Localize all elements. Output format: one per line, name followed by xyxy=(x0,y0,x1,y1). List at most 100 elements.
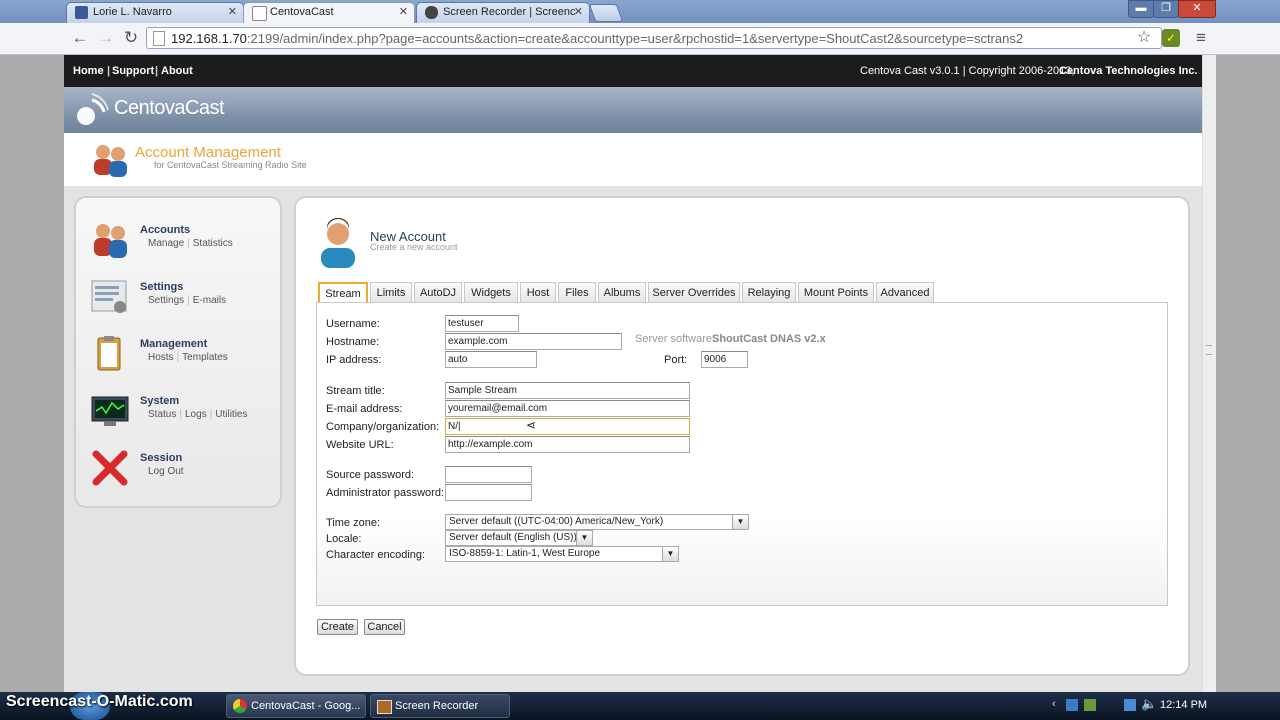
address-bar[interactable]: 192.168.1.70:2199/admin/index.php?page=a… xyxy=(146,27,1162,49)
sidebar-item-management[interactable]: Management Hosts | Templates xyxy=(76,328,280,385)
tray-expand-icon[interactable]: ‹ xyxy=(1052,698,1056,710)
reload-icon[interactable]: ↻ xyxy=(121,28,141,48)
taskbar-item-label: Screen Recorder xyxy=(395,700,479,712)
network-status-icon[interactable] xyxy=(1124,699,1136,711)
sidebar-item-system[interactable]: System Status | Logs | Utilities xyxy=(76,385,280,442)
taskbar-item-screen-recorder[interactable]: Screen Recorder xyxy=(370,694,510,718)
browser-tab-centovacast[interactable]: CentovaCast ✕ xyxy=(243,2,415,23)
close-tab-icon[interactable]: ✕ xyxy=(399,3,408,22)
nav-separator: | xyxy=(155,65,159,77)
company-name: Centova Technologies Inc. xyxy=(1059,65,1198,77)
facebook-icon xyxy=(75,6,88,19)
tab-server-overrides[interactable]: Server Overrides xyxy=(648,282,740,303)
sidebar-link-emails[interactable]: E-mails xyxy=(193,295,226,306)
sidebar-link-templates[interactable]: Templates xyxy=(182,352,228,363)
sidebar-link-hosts[interactable]: Hosts xyxy=(148,352,174,363)
create-button[interactable]: Create xyxy=(317,619,358,635)
hostname-field[interactable]: example.com xyxy=(445,333,622,350)
tray-app-icon[interactable] xyxy=(1084,699,1096,711)
page-subtitle: Create a new account xyxy=(370,242,458,252)
source-password-field[interactable] xyxy=(445,466,532,483)
sidebar-link-logout[interactable]: Log Out xyxy=(148,466,184,477)
browser-tab-screen-recorder[interactable]: Screen Recorder | Screenc ✕ xyxy=(416,2,590,23)
port-field[interactable]: 9006 xyxy=(701,351,748,368)
sidebar-item-title: Accounts xyxy=(140,224,191,236)
nav-link-home[interactable]: Home xyxy=(73,55,104,87)
sidebar-item-session[interactable]: Session Log Out xyxy=(76,442,280,499)
tab-widgets[interactable]: Widgets xyxy=(464,282,518,303)
users-icon xyxy=(94,145,127,177)
sidebar-link-logs[interactable]: Logs xyxy=(185,409,207,420)
sidebar-link-statistics[interactable]: Statistics xyxy=(193,238,233,249)
page-right-margin xyxy=(1216,55,1280,720)
tab-advanced[interactable]: Advanced xyxy=(876,282,934,303)
page-left-margin xyxy=(0,55,64,720)
menu-icon[interactable]: ≡ xyxy=(1191,28,1211,48)
tab-limits[interactable]: Limits xyxy=(370,282,412,303)
user-avatar-icon xyxy=(321,218,355,268)
sidebar-link-manage[interactable]: Manage xyxy=(148,238,184,249)
new-tab-button[interactable] xyxy=(588,4,624,22)
scrollbar-grip[interactable] xyxy=(1206,345,1212,355)
server-software-label: Server software: xyxy=(635,333,716,345)
browser-toolbar: ← → ↻ 192.168.1.70:2199/admin/index.php?… xyxy=(0,23,1280,55)
tab-stream[interactable]: Stream xyxy=(318,282,368,303)
timezone-select[interactable]: Server default ((UTC-04:00) America/New_… xyxy=(445,514,749,530)
website-url-field[interactable]: http://example.com xyxy=(445,436,690,453)
tab-albums[interactable]: Albums xyxy=(598,282,646,303)
stream-title-label: Stream title: xyxy=(326,385,385,397)
volume-icon[interactable]: 🔈 xyxy=(1141,696,1157,712)
sidebar-item-accounts[interactable]: Accounts Manage | Statistics xyxy=(76,214,280,271)
close-tab-icon[interactable]: ✕ xyxy=(574,3,583,22)
sidebar-item-settings[interactable]: Settings Settings | E-mails xyxy=(76,271,280,328)
ip-address-field[interactable]: auto xyxy=(445,351,537,368)
chevron-down-icon[interactable]: ▼ xyxy=(576,531,592,545)
chevron-down-icon[interactable]: ▼ xyxy=(732,515,748,529)
company-field[interactable]: N/| xyxy=(445,418,690,435)
source-password-label: Source password: xyxy=(326,469,415,481)
maximize-button[interactable]: ❐ xyxy=(1153,0,1179,18)
logo-banner: CentovaCast xyxy=(64,87,1202,133)
admin-password-label: Administrator password: xyxy=(326,487,444,499)
username-field[interactable]: testuser xyxy=(445,315,519,332)
minimize-button[interactable]: ▬ xyxy=(1128,0,1154,18)
forward-arrow-icon[interactable]: → xyxy=(96,28,116,48)
sidebar-link-status[interactable]: Status xyxy=(148,409,176,420)
network-icon[interactable] xyxy=(1066,699,1078,711)
sidebar: Accounts Manage | Statistics Settings Sett… xyxy=(74,196,282,508)
top-nav-bar: Home | Support | About Centova Cast v3.0… xyxy=(64,55,1202,87)
nav-link-about[interactable]: About xyxy=(161,55,193,87)
server-software-value: ShoutCast DNAS v2.x xyxy=(712,333,826,345)
tab-files[interactable]: Files xyxy=(558,282,596,303)
nav-link-support[interactable]: Support xyxy=(112,55,154,87)
chrome-icon xyxy=(233,699,247,713)
watermark-text: Screencast-O-Matic.com xyxy=(6,693,193,710)
tab-autodj[interactable]: AutoDJ xyxy=(414,282,462,303)
tab-relaying[interactable]: Relaying xyxy=(742,282,796,303)
timezone-label: Time zone: xyxy=(326,517,381,529)
close-tab-icon[interactable]: ✕ xyxy=(228,3,237,22)
clock[interactable]: 12:14 PM xyxy=(1160,699,1207,711)
taskbar-item-chrome[interactable]: CentovaCast - Goog... xyxy=(226,694,366,718)
monitor-icon xyxy=(91,396,129,426)
admin-password-field[interactable] xyxy=(445,484,532,501)
locale-select[interactable]: Server default (English (US)) ▼ xyxy=(445,530,593,546)
tab-host[interactable]: Host xyxy=(520,282,556,303)
ip-address-label: IP address: xyxy=(326,354,382,366)
email-field[interactable]: youremail@email.com xyxy=(445,400,690,417)
cancel-button[interactable]: Cancel xyxy=(364,619,405,635)
vertical-scrollbar[interactable] xyxy=(1202,55,1216,692)
stream-title-field[interactable]: Sample Stream xyxy=(445,382,690,399)
sidebar-link-utilities[interactable]: Utilities xyxy=(215,409,247,420)
encoding-select[interactable]: ISO-8859-1: Latin-1, West Europe ▼ xyxy=(445,546,679,562)
bookmark-star-icon[interactable]: ☆ xyxy=(1134,28,1154,48)
browser-tab-facebook[interactable]: Lorie L. Navarro ✕ xyxy=(66,2,244,23)
tab-mount-points[interactable]: Mount Points xyxy=(798,282,874,303)
back-arrow-icon[interactable]: ← xyxy=(70,28,90,48)
extension-icon[interactable]: ✓ xyxy=(1162,29,1180,47)
close-window-button[interactable]: ✕ xyxy=(1178,0,1216,18)
sidebar-link-settings[interactable]: Settings xyxy=(148,295,184,306)
url-path: :2199/admin/index.php?page=accounts&acti… xyxy=(246,31,1024,46)
chevron-down-icon[interactable]: ▼ xyxy=(662,547,678,561)
port-label: Port: xyxy=(664,354,688,366)
